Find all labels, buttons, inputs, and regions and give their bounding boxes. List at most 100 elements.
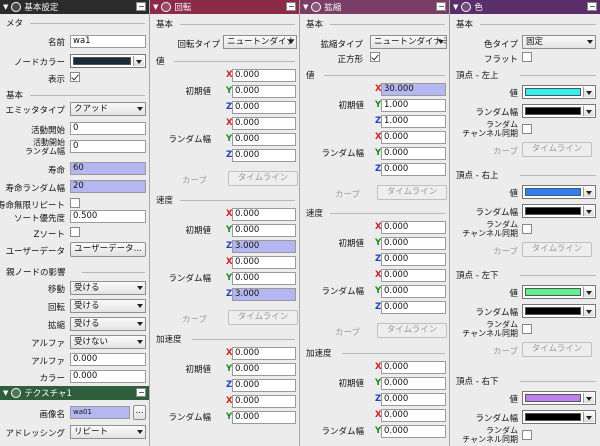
channel-sync-checkbox[interactable]	[522, 124, 532, 134]
random-z-input[interactable]: 0.000	[381, 301, 446, 314]
parent-scale-select[interactable]: 受ける	[70, 317, 146, 331]
initial-z-input[interactable]: 3.000	[232, 240, 296, 253]
panel-header[interactable]: ▼ 拡縮	[300, 0, 449, 14]
channel-sync-checkbox[interactable]	[522, 430, 532, 440]
channel-sync-checkbox[interactable]	[522, 224, 532, 234]
chevron-down-icon[interactable]	[583, 206, 594, 216]
chevron-down-icon[interactable]	[583, 393, 594, 403]
random-y-input[interactable]: 0.000	[381, 285, 446, 298]
random-x-input[interactable]: 0.000	[381, 409, 446, 422]
addressing-select[interactable]: リピート	[70, 425, 146, 439]
initial-z-input[interactable]: 0.000	[381, 253, 446, 266]
active-start-random-input[interactable]: 0	[70, 140, 146, 153]
random-x-input[interactable]: 0.000	[381, 269, 446, 282]
chevron-down-icon[interactable]	[583, 287, 594, 297]
random-x-input[interactable]: 0.000	[381, 131, 446, 144]
parent-color-input[interactable]: 0.000	[70, 370, 146, 383]
timeline-button[interactable]: タイムライン	[228, 171, 298, 186]
timeline-button[interactable]: タイムライン	[228, 310, 298, 325]
initial-y-input[interactable]: 0.000	[232, 224, 296, 237]
emitter-type-select[interactable]: クアッド	[70, 102, 146, 116]
initial-z-input[interactable]: 1.000	[381, 115, 446, 128]
comment-icon[interactable]	[436, 2, 446, 11]
parent-move-select[interactable]: 受ける	[70, 281, 146, 295]
node-color-picker[interactable]	[70, 54, 146, 68]
initial-y-input[interactable]: 1.000	[381, 99, 446, 112]
random-z-input[interactable]: 3.000	[232, 288, 296, 301]
timeline-button[interactable]: タイムライン	[377, 185, 447, 200]
random-y-input[interactable]: 0.000	[381, 425, 446, 438]
initial-y-input[interactable]: 0.000	[381, 377, 446, 390]
comment-icon[interactable]	[587, 2, 597, 11]
vertex-random-color-picker[interactable]	[522, 304, 596, 318]
random-x-input[interactable]: 0.000	[232, 395, 296, 408]
life-input[interactable]: 60	[70, 162, 146, 175]
timeline-button[interactable]: タイムライン	[377, 323, 447, 338]
active-start-input[interactable]: 0	[70, 122, 146, 135]
collapse-arrow-icon[interactable]: ▼	[3, 389, 8, 397]
collapse-arrow-icon[interactable]: ▼	[153, 3, 158, 11]
channel-sync-checkbox[interactable]	[522, 324, 532, 334]
zsort-checkbox[interactable]	[70, 227, 80, 237]
scale-type-select[interactable]: ニュートンダイナミ	[370, 35, 447, 49]
parent-rotate-select[interactable]: 受ける	[70, 299, 146, 313]
color-type-select[interactable]: 固定	[522, 35, 596, 49]
vertex-color-picker[interactable]	[522, 391, 596, 405]
comment-icon[interactable]	[286, 2, 296, 11]
name-input[interactable]: wa1	[70, 35, 146, 48]
initial-y-input[interactable]: 0.000	[381, 237, 446, 250]
display-checkbox[interactable]	[70, 72, 80, 82]
vertex-color-picker[interactable]	[522, 285, 596, 299]
collapse-arrow-icon[interactable]: ▼	[3, 3, 8, 11]
initial-y-input[interactable]: 0.000	[232, 85, 296, 98]
user-data-button[interactable]: ユーザーデータ...	[70, 242, 146, 257]
comment-icon[interactable]	[136, 388, 146, 397]
collapse-arrow-icon[interactable]: ▼	[303, 3, 308, 11]
chevron-down-icon[interactable]	[133, 56, 144, 66]
collapse-arrow-icon[interactable]: ▼	[453, 3, 458, 11]
vertex-random-color-picker[interactable]	[522, 104, 596, 118]
panel-header[interactable]: ▼ 基本設定	[0, 0, 149, 14]
flat-checkbox[interactable]	[522, 52, 532, 62]
random-x-input[interactable]: 0.000	[232, 117, 296, 130]
initial-x-input[interactable]: 30.000	[381, 83, 446, 96]
timeline-button[interactable]: タイムライン	[522, 342, 592, 357]
chevron-down-icon[interactable]	[583, 187, 594, 197]
initial-x-input[interactable]: 0.000	[232, 347, 296, 360]
square-checkbox[interactable]	[370, 52, 380, 62]
sort-priority-input[interactable]: 0.500	[70, 210, 146, 223]
random-y-input[interactable]: 0.000	[232, 272, 296, 285]
initial-y-input[interactable]: 0.000	[232, 363, 296, 376]
chevron-down-icon[interactable]	[583, 87, 594, 97]
initial-x-input[interactable]: 0.000	[232, 208, 296, 221]
vertex-random-color-picker[interactable]	[522, 204, 596, 218]
random-z-input[interactable]: 0.000	[381, 163, 446, 176]
comment-icon[interactable]	[136, 2, 146, 11]
image-name-input[interactable]: wa01	[70, 406, 130, 419]
initial-x-input[interactable]: 0.000	[232, 69, 296, 82]
texture-panel-header[interactable]: ▼ テクスチャ1	[0, 386, 149, 400]
parent-alpha-select[interactable]: 受けない	[70, 335, 146, 349]
chevron-down-icon[interactable]	[583, 306, 594, 316]
timeline-button[interactable]: タイムライン	[522, 142, 592, 157]
initial-x-input[interactable]: 0.000	[381, 361, 446, 374]
initial-z-input[interactable]: 0.000	[381, 393, 446, 406]
initial-z-input[interactable]: 0.000	[232, 101, 296, 114]
random-y-input[interactable]: 0.000	[232, 133, 296, 146]
random-y-input[interactable]: 0.000	[232, 411, 296, 424]
parent-alpha2-input[interactable]: 0.000	[70, 353, 146, 366]
vertex-color-picker[interactable]	[522, 85, 596, 99]
life-random-input[interactable]: 20	[70, 180, 146, 193]
infinite-repeat-checkbox[interactable]	[70, 198, 80, 208]
vertex-color-picker[interactable]	[522, 185, 596, 199]
vertex-random-color-picker[interactable]	[522, 410, 596, 424]
rotation-type-select[interactable]: ニュートンダイナミ	[223, 35, 297, 49]
chevron-down-icon[interactable]	[583, 106, 594, 116]
panel-header[interactable]: ▼ 色	[450, 0, 600, 14]
timeline-button[interactable]: タイムライン	[522, 242, 592, 257]
chevron-down-icon[interactable]	[583, 412, 594, 422]
initial-x-input[interactable]: 0.000	[381, 221, 446, 234]
initial-z-input[interactable]: 0.000	[232, 379, 296, 392]
panel-header[interactable]: ▼ 回転	[150, 0, 299, 14]
random-x-input[interactable]: 0.000	[232, 256, 296, 269]
